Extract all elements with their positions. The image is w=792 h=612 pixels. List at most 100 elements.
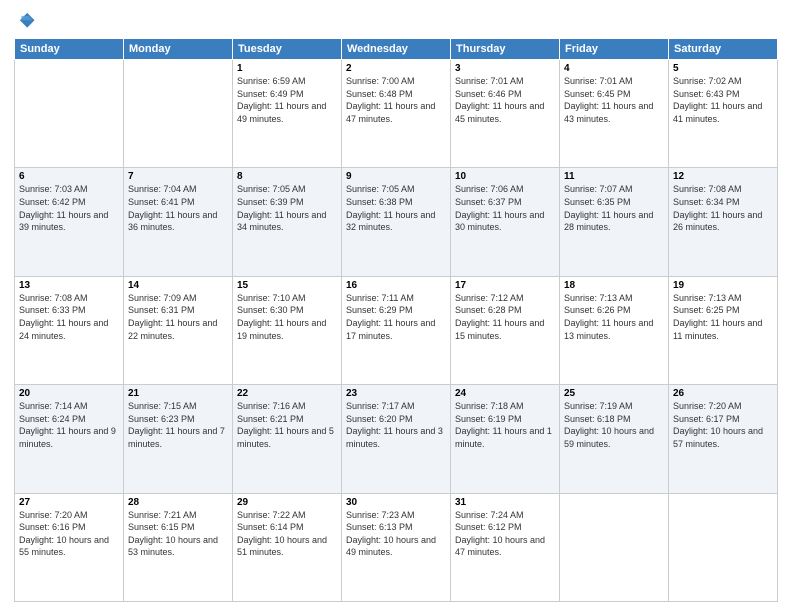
day-info: Sunrise: 7:06 AM Sunset: 6:37 PM Dayligh… <box>455 183 555 233</box>
calendar-day-cell: 9Sunrise: 7:05 AM Sunset: 6:38 PM Daylig… <box>342 168 451 276</box>
day-number: 11 <box>564 171 664 182</box>
calendar-day-cell <box>669 493 778 601</box>
calendar-day-cell: 28Sunrise: 7:21 AM Sunset: 6:15 PM Dayli… <box>124 493 233 601</box>
day-number: 12 <box>673 171 773 182</box>
day-info: Sunrise: 7:18 AM Sunset: 6:19 PM Dayligh… <box>455 400 555 450</box>
calendar-day-cell: 21Sunrise: 7:15 AM Sunset: 6:23 PM Dayli… <box>124 385 233 493</box>
day-number: 5 <box>673 63 773 74</box>
day-info: Sunrise: 7:22 AM Sunset: 6:14 PM Dayligh… <box>237 509 337 559</box>
calendar-day-cell: 18Sunrise: 7:13 AM Sunset: 6:26 PM Dayli… <box>560 276 669 384</box>
day-number: 1 <box>237 63 337 74</box>
day-info: Sunrise: 7:11 AM Sunset: 6:29 PM Dayligh… <box>346 292 446 342</box>
day-number: 2 <box>346 63 446 74</box>
day-info: Sunrise: 7:00 AM Sunset: 6:48 PM Dayligh… <box>346 75 446 125</box>
calendar-day-cell: 31Sunrise: 7:24 AM Sunset: 6:12 PM Dayli… <box>451 493 560 601</box>
day-info: Sunrise: 7:05 AM Sunset: 6:39 PM Dayligh… <box>237 183 337 233</box>
day-number: 13 <box>19 280 119 291</box>
calendar-week-row: 13Sunrise: 7:08 AM Sunset: 6:33 PM Dayli… <box>15 276 778 384</box>
day-number: 8 <box>237 171 337 182</box>
day-info: Sunrise: 7:13 AM Sunset: 6:25 PM Dayligh… <box>673 292 773 342</box>
day-info: Sunrise: 7:14 AM Sunset: 6:24 PM Dayligh… <box>19 400 119 450</box>
day-of-week-header: Tuesday <box>233 39 342 60</box>
logo <box>14 10 38 32</box>
calendar-day-cell: 3Sunrise: 7:01 AM Sunset: 6:46 PM Daylig… <box>451 60 560 168</box>
day-number: 30 <box>346 497 446 508</box>
day-number: 27 <box>19 497 119 508</box>
calendar-day-cell <box>15 60 124 168</box>
day-info: Sunrise: 7:02 AM Sunset: 6:43 PM Dayligh… <box>673 75 773 125</box>
day-info: Sunrise: 7:23 AM Sunset: 6:13 PM Dayligh… <box>346 509 446 559</box>
day-number: 31 <box>455 497 555 508</box>
day-number: 3 <box>455 63 555 74</box>
calendar-day-cell: 26Sunrise: 7:20 AM Sunset: 6:17 PM Dayli… <box>669 385 778 493</box>
day-info: Sunrise: 7:04 AM Sunset: 6:41 PM Dayligh… <box>128 183 228 233</box>
calendar-day-cell: 23Sunrise: 7:17 AM Sunset: 6:20 PM Dayli… <box>342 385 451 493</box>
calendar-day-cell: 29Sunrise: 7:22 AM Sunset: 6:14 PM Dayli… <box>233 493 342 601</box>
day-number: 19 <box>673 280 773 291</box>
day-number: 4 <box>564 63 664 74</box>
calendar-day-cell: 19Sunrise: 7:13 AM Sunset: 6:25 PM Dayli… <box>669 276 778 384</box>
day-number: 29 <box>237 497 337 508</box>
day-info: Sunrise: 7:08 AM Sunset: 6:33 PM Dayligh… <box>19 292 119 342</box>
calendar-day-cell: 30Sunrise: 7:23 AM Sunset: 6:13 PM Dayli… <box>342 493 451 601</box>
calendar-day-cell: 2Sunrise: 7:00 AM Sunset: 6:48 PM Daylig… <box>342 60 451 168</box>
calendar-day-cell <box>560 493 669 601</box>
day-info: Sunrise: 7:20 AM Sunset: 6:16 PM Dayligh… <box>19 509 119 559</box>
calendar-day-cell: 10Sunrise: 7:06 AM Sunset: 6:37 PM Dayli… <box>451 168 560 276</box>
day-info: Sunrise: 6:59 AM Sunset: 6:49 PM Dayligh… <box>237 75 337 125</box>
day-number: 16 <box>346 280 446 291</box>
day-of-week-header: Sunday <box>15 39 124 60</box>
calendar-day-cell: 16Sunrise: 7:11 AM Sunset: 6:29 PM Dayli… <box>342 276 451 384</box>
day-number: 28 <box>128 497 228 508</box>
day-of-week-header: Monday <box>124 39 233 60</box>
calendar-day-cell: 13Sunrise: 7:08 AM Sunset: 6:33 PM Dayli… <box>15 276 124 384</box>
calendar-day-cell: 22Sunrise: 7:16 AM Sunset: 6:21 PM Dayli… <box>233 385 342 493</box>
calendar-day-cell: 5Sunrise: 7:02 AM Sunset: 6:43 PM Daylig… <box>669 60 778 168</box>
calendar-day-cell: 15Sunrise: 7:10 AM Sunset: 6:30 PM Dayli… <box>233 276 342 384</box>
logo-icon <box>14 10 36 32</box>
day-info: Sunrise: 7:09 AM Sunset: 6:31 PM Dayligh… <box>128 292 228 342</box>
calendar-header-row: SundayMondayTuesdayWednesdayThursdayFrid… <box>15 39 778 60</box>
day-number: 17 <box>455 280 555 291</box>
calendar-week-row: 27Sunrise: 7:20 AM Sunset: 6:16 PM Dayli… <box>15 493 778 601</box>
calendar-day-cell: 14Sunrise: 7:09 AM Sunset: 6:31 PM Dayli… <box>124 276 233 384</box>
day-info: Sunrise: 7:08 AM Sunset: 6:34 PM Dayligh… <box>673 183 773 233</box>
day-number: 7 <box>128 171 228 182</box>
calendar-day-cell: 11Sunrise: 7:07 AM Sunset: 6:35 PM Dayli… <box>560 168 669 276</box>
day-number: 18 <box>564 280 664 291</box>
day-info: Sunrise: 7:15 AM Sunset: 6:23 PM Dayligh… <box>128 400 228 450</box>
day-number: 9 <box>346 171 446 182</box>
day-info: Sunrise: 7:07 AM Sunset: 6:35 PM Dayligh… <box>564 183 664 233</box>
calendar-day-cell <box>124 60 233 168</box>
day-number: 10 <box>455 171 555 182</box>
day-info: Sunrise: 7:17 AM Sunset: 6:20 PM Dayligh… <box>346 400 446 450</box>
day-number: 25 <box>564 388 664 399</box>
calendar-week-row: 1Sunrise: 6:59 AM Sunset: 6:49 PM Daylig… <box>15 60 778 168</box>
day-number: 22 <box>237 388 337 399</box>
day-number: 20 <box>19 388 119 399</box>
day-info: Sunrise: 7:24 AM Sunset: 6:12 PM Dayligh… <box>455 509 555 559</box>
day-number: 14 <box>128 280 228 291</box>
calendar-day-cell: 20Sunrise: 7:14 AM Sunset: 6:24 PM Dayli… <box>15 385 124 493</box>
day-of-week-header: Wednesday <box>342 39 451 60</box>
calendar-day-cell: 7Sunrise: 7:04 AM Sunset: 6:41 PM Daylig… <box>124 168 233 276</box>
day-number: 21 <box>128 388 228 399</box>
calendar-day-cell: 25Sunrise: 7:19 AM Sunset: 6:18 PM Dayli… <box>560 385 669 493</box>
day-info: Sunrise: 7:01 AM Sunset: 6:45 PM Dayligh… <box>564 75 664 125</box>
calendar-week-row: 6Sunrise: 7:03 AM Sunset: 6:42 PM Daylig… <box>15 168 778 276</box>
day-info: Sunrise: 7:10 AM Sunset: 6:30 PM Dayligh… <box>237 292 337 342</box>
calendar-day-cell: 6Sunrise: 7:03 AM Sunset: 6:42 PM Daylig… <box>15 168 124 276</box>
day-number: 6 <box>19 171 119 182</box>
calendar-day-cell: 4Sunrise: 7:01 AM Sunset: 6:45 PM Daylig… <box>560 60 669 168</box>
day-info: Sunrise: 7:21 AM Sunset: 6:15 PM Dayligh… <box>128 509 228 559</box>
day-info: Sunrise: 7:16 AM Sunset: 6:21 PM Dayligh… <box>237 400 337 450</box>
day-number: 23 <box>346 388 446 399</box>
day-info: Sunrise: 7:13 AM Sunset: 6:26 PM Dayligh… <box>564 292 664 342</box>
calendar-day-cell: 27Sunrise: 7:20 AM Sunset: 6:16 PM Dayli… <box>15 493 124 601</box>
day-number: 26 <box>673 388 773 399</box>
calendar-table: SundayMondayTuesdayWednesdayThursdayFrid… <box>14 38 778 602</box>
calendar-day-cell: 24Sunrise: 7:18 AM Sunset: 6:19 PM Dayli… <box>451 385 560 493</box>
day-info: Sunrise: 7:19 AM Sunset: 6:18 PM Dayligh… <box>564 400 664 450</box>
day-of-week-header: Saturday <box>669 39 778 60</box>
day-info: Sunrise: 7:12 AM Sunset: 6:28 PM Dayligh… <box>455 292 555 342</box>
